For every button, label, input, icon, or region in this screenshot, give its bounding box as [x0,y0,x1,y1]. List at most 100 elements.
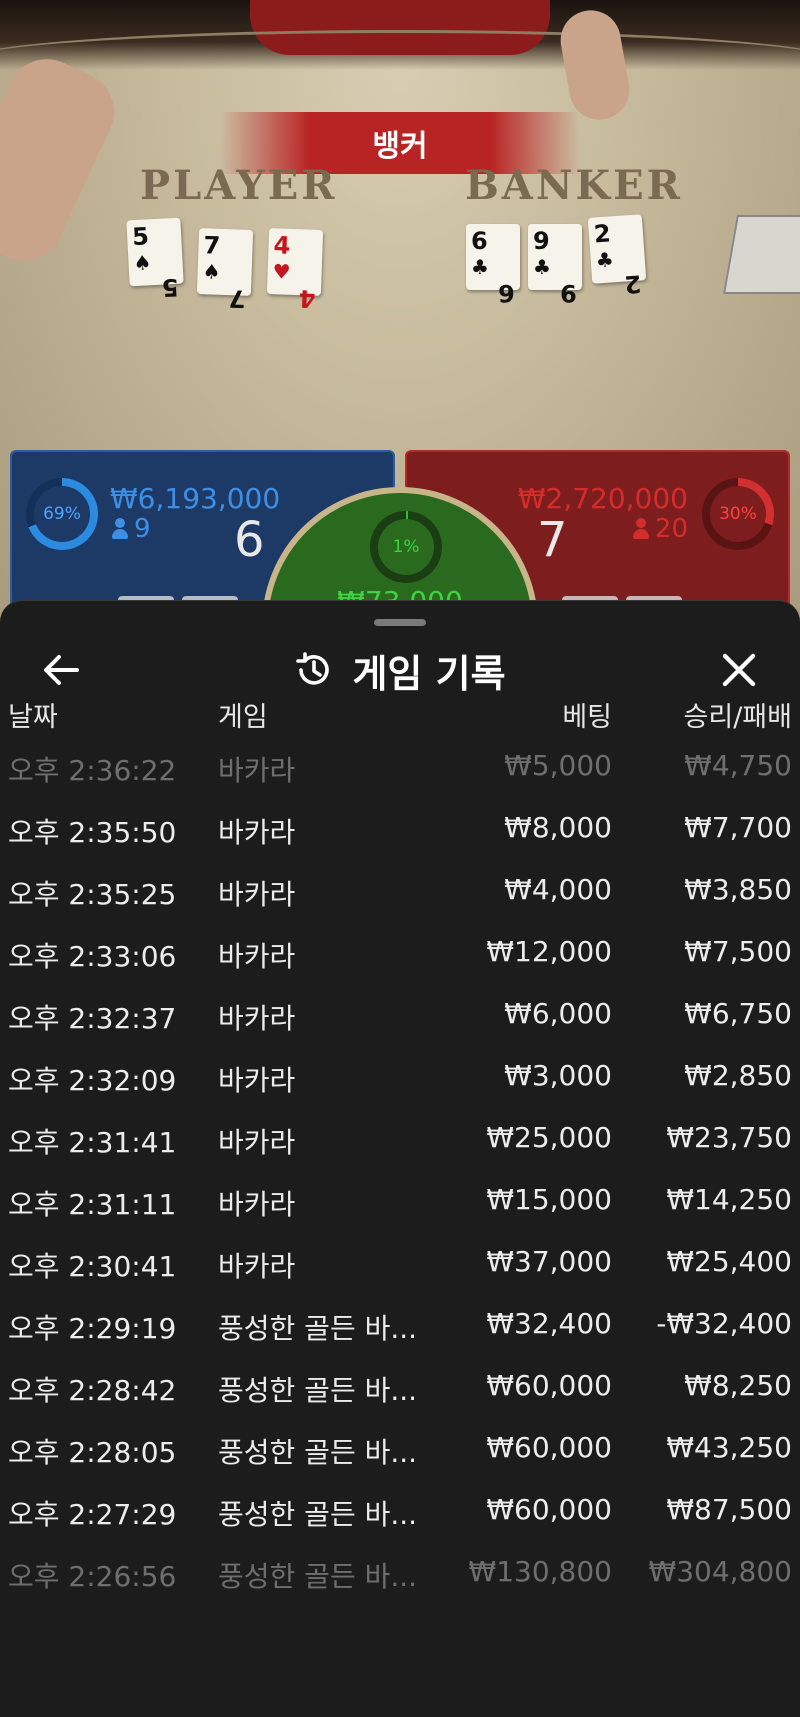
table-row[interactable]: 오후 2:26:56 풍성한 골든 바... ₩130,800 ₩304,800 [0,1539,800,1599]
row-win-loss: ₩6,750 [684,997,792,1030]
column-header-game: 게임 [218,702,268,733]
table-row[interactable]: 오후 2:32:37 바카라 ₩6,000 ₩6,750 [0,981,800,1041]
drag-handle[interactable] [374,619,426,626]
row-game: 풍성한 골든 바... [218,1312,418,1345]
row-bet: ₩60,000 [486,1493,612,1526]
row-bet: ₩32,400 [486,1307,612,1340]
live-game-view: 뱅커 PLAYER BANKER 5 ♠ 5 7 ♠ 7 4 ♥ 4 6 ♣ 6 9 ♣ 9 2 ♣ 2 69%… [0,0,800,640]
table-row[interactable]: 오후 2:27:29 풍성한 골든 바... ₩60,000 ₩87,500 [0,1477,800,1537]
row-bet: ₩15,000 [486,1183,612,1216]
player-card: 5 ♠ 5 [126,217,184,302]
table-header: 날짜 게임 베팅 승리/패배 [0,681,800,741]
table-row[interactable]: 오후 2:30:41 바카라 ₩37,000 ₩25,400 [0,1229,800,1289]
column-header-win-loss: 승리/패배 [683,702,792,733]
row-game: 바카라 [218,1064,296,1097]
table-label-banker: BANKER [465,162,683,209]
player-card: 4 ♥ 4 [266,228,324,313]
table-row[interactable]: 오후 2:29:19 풍성한 골든 바... ₩32,400 -₩32,400 [0,1291,800,1351]
player-percent-ring: 69% [26,478,98,550]
card-shoe [723,215,800,294]
player-total-bet: ₩6,193,000 [110,482,281,515]
table-row[interactable]: 오후 2:31:41 바카라 ₩25,000 ₩23,750 [0,1105,800,1165]
card-rank-top: 9 [533,227,550,255]
row-time: 오후 2:30:41 [8,1250,177,1283]
row-game: 바카라 [218,1250,296,1283]
card-rank-top: 2 [592,219,612,249]
row-game: 바카라 [218,1002,296,1035]
row-win-loss: ₩14,250 [666,1183,792,1216]
table-row[interactable]: 오후 2:35:25 바카라 ₩4,000 ₩3,850 [0,857,800,917]
row-time: 오후 2:35:25 [8,878,177,911]
row-game: 풍성한 골든 바... [218,1498,418,1531]
card-rank-bottom: 5 [161,272,180,302]
row-win-loss: ₩304,800 [648,1555,792,1588]
card-rank-top: 4 [273,231,291,260]
table-row[interactable]: 오후 2:33:06 바카라 ₩12,000 ₩7,500 [0,919,800,979]
table-label-player: PLAYER [140,162,338,209]
row-game: 풍성한 골든 바... [218,1560,418,1593]
banker-bettor-count: 20 [632,514,688,544]
row-time: 오후 2:26:56 [8,1560,177,1593]
row-win-loss: ₩7,500 [684,935,792,968]
row-win-loss: ₩23,750 [666,1121,792,1154]
card-suit-icon: ♠ [202,259,222,284]
row-time: 오후 2:35:50 [8,816,177,849]
table-row[interactable]: 오후 2:31:11 바카라 ₩15,000 ₩14,250 [0,1167,800,1227]
row-win-loss: ₩25,400 [666,1245,792,1278]
row-bet: ₩60,000 [486,1369,612,1402]
row-bet: ₩37,000 [486,1245,612,1278]
row-win-loss: ₩7,700 [684,811,792,844]
row-time: 오후 2:31:11 [8,1188,177,1221]
row-bet: ₩6,000 [504,997,612,1030]
row-game: 바카라 [218,940,296,973]
tie-percent-ring: 1% [370,511,442,583]
row-win-loss: ₩2,850 [684,1059,792,1092]
row-bet: ₩5,000 [504,749,612,782]
column-header-date: 날짜 [8,702,58,733]
card-rank-top: 6 [471,227,488,255]
row-time: 오후 2:28:05 [8,1436,177,1469]
table-row[interactable]: 오후 2:32:09 바카라 ₩3,000 ₩2,850 [0,1043,800,1103]
card-rank-bottom: 9 [560,279,577,307]
card-suit-icon: ♠ [132,250,153,276]
player-card: 7 ♠ 7 [196,228,254,313]
row-time: 오후 2:32:09 [8,1064,177,1097]
row-game: 바카라 [218,754,296,787]
row-bet: ₩25,000 [486,1121,612,1154]
row-win-loss: ₩87,500 [666,1493,792,1526]
row-win-loss: ₩8,250 [684,1369,792,1402]
tie-percent: 1% [392,537,420,557]
row-bet: ₩4,000 [504,873,612,906]
row-bet: ₩60,000 [486,1431,612,1464]
row-game: 풍성한 골든 바... [218,1436,418,1469]
row-win-loss: -₩32,400 [656,1307,792,1340]
card-suit-icon: ♣ [471,255,489,279]
row-time: 오후 2:32:37 [8,1002,177,1035]
table-row[interactable]: 오후 2:36:22 바카라 ₩5,000 ₩4,750 [0,733,800,793]
row-win-loss: ₩43,250 [666,1431,792,1464]
row-time: 오후 2:31:41 [8,1126,177,1159]
player-bettor-number: 9 [134,514,151,544]
column-header-bet: 베팅 [562,702,612,733]
card-rank-bottom: 2 [623,269,643,299]
player-score: 6 [234,512,265,568]
table-row[interactable]: 오후 2:28:05 풍성한 골든 바... ₩60,000 ₩43,250 [0,1415,800,1475]
row-game: 바카라 [218,878,296,911]
table-row[interactable]: 오후 2:35:50 바카라 ₩8,000 ₩7,700 [0,795,800,855]
row-time: 오후 2:29:19 [8,1312,177,1345]
card-rank-bottom: 6 [498,279,515,307]
row-bet: ₩130,800 [468,1555,612,1588]
banker-card: 2 ♣ 2 [587,214,647,299]
card-rank-bottom: 4 [298,284,317,313]
person-icon [112,518,128,540]
row-game: 바카라 [218,816,296,849]
row-time: 오후 2:36:22 [8,754,177,787]
card-rank-top: 7 [203,231,221,260]
banker-score: 7 [537,512,568,568]
row-win-loss: ₩4,750 [684,749,792,782]
table-row[interactable]: 오후 2:28:42 풍성한 골든 바... ₩60,000 ₩8,250 [0,1353,800,1413]
row-bet: ₩3,000 [504,1059,612,1092]
row-game: 풍성한 골든 바... [218,1374,418,1407]
person-icon [632,518,649,540]
game-history-sheet: 게임 기록 날짜 게임 베팅 승리/패배 오후 2:36:22 바카라 ₩5,000… [0,600,800,1717]
